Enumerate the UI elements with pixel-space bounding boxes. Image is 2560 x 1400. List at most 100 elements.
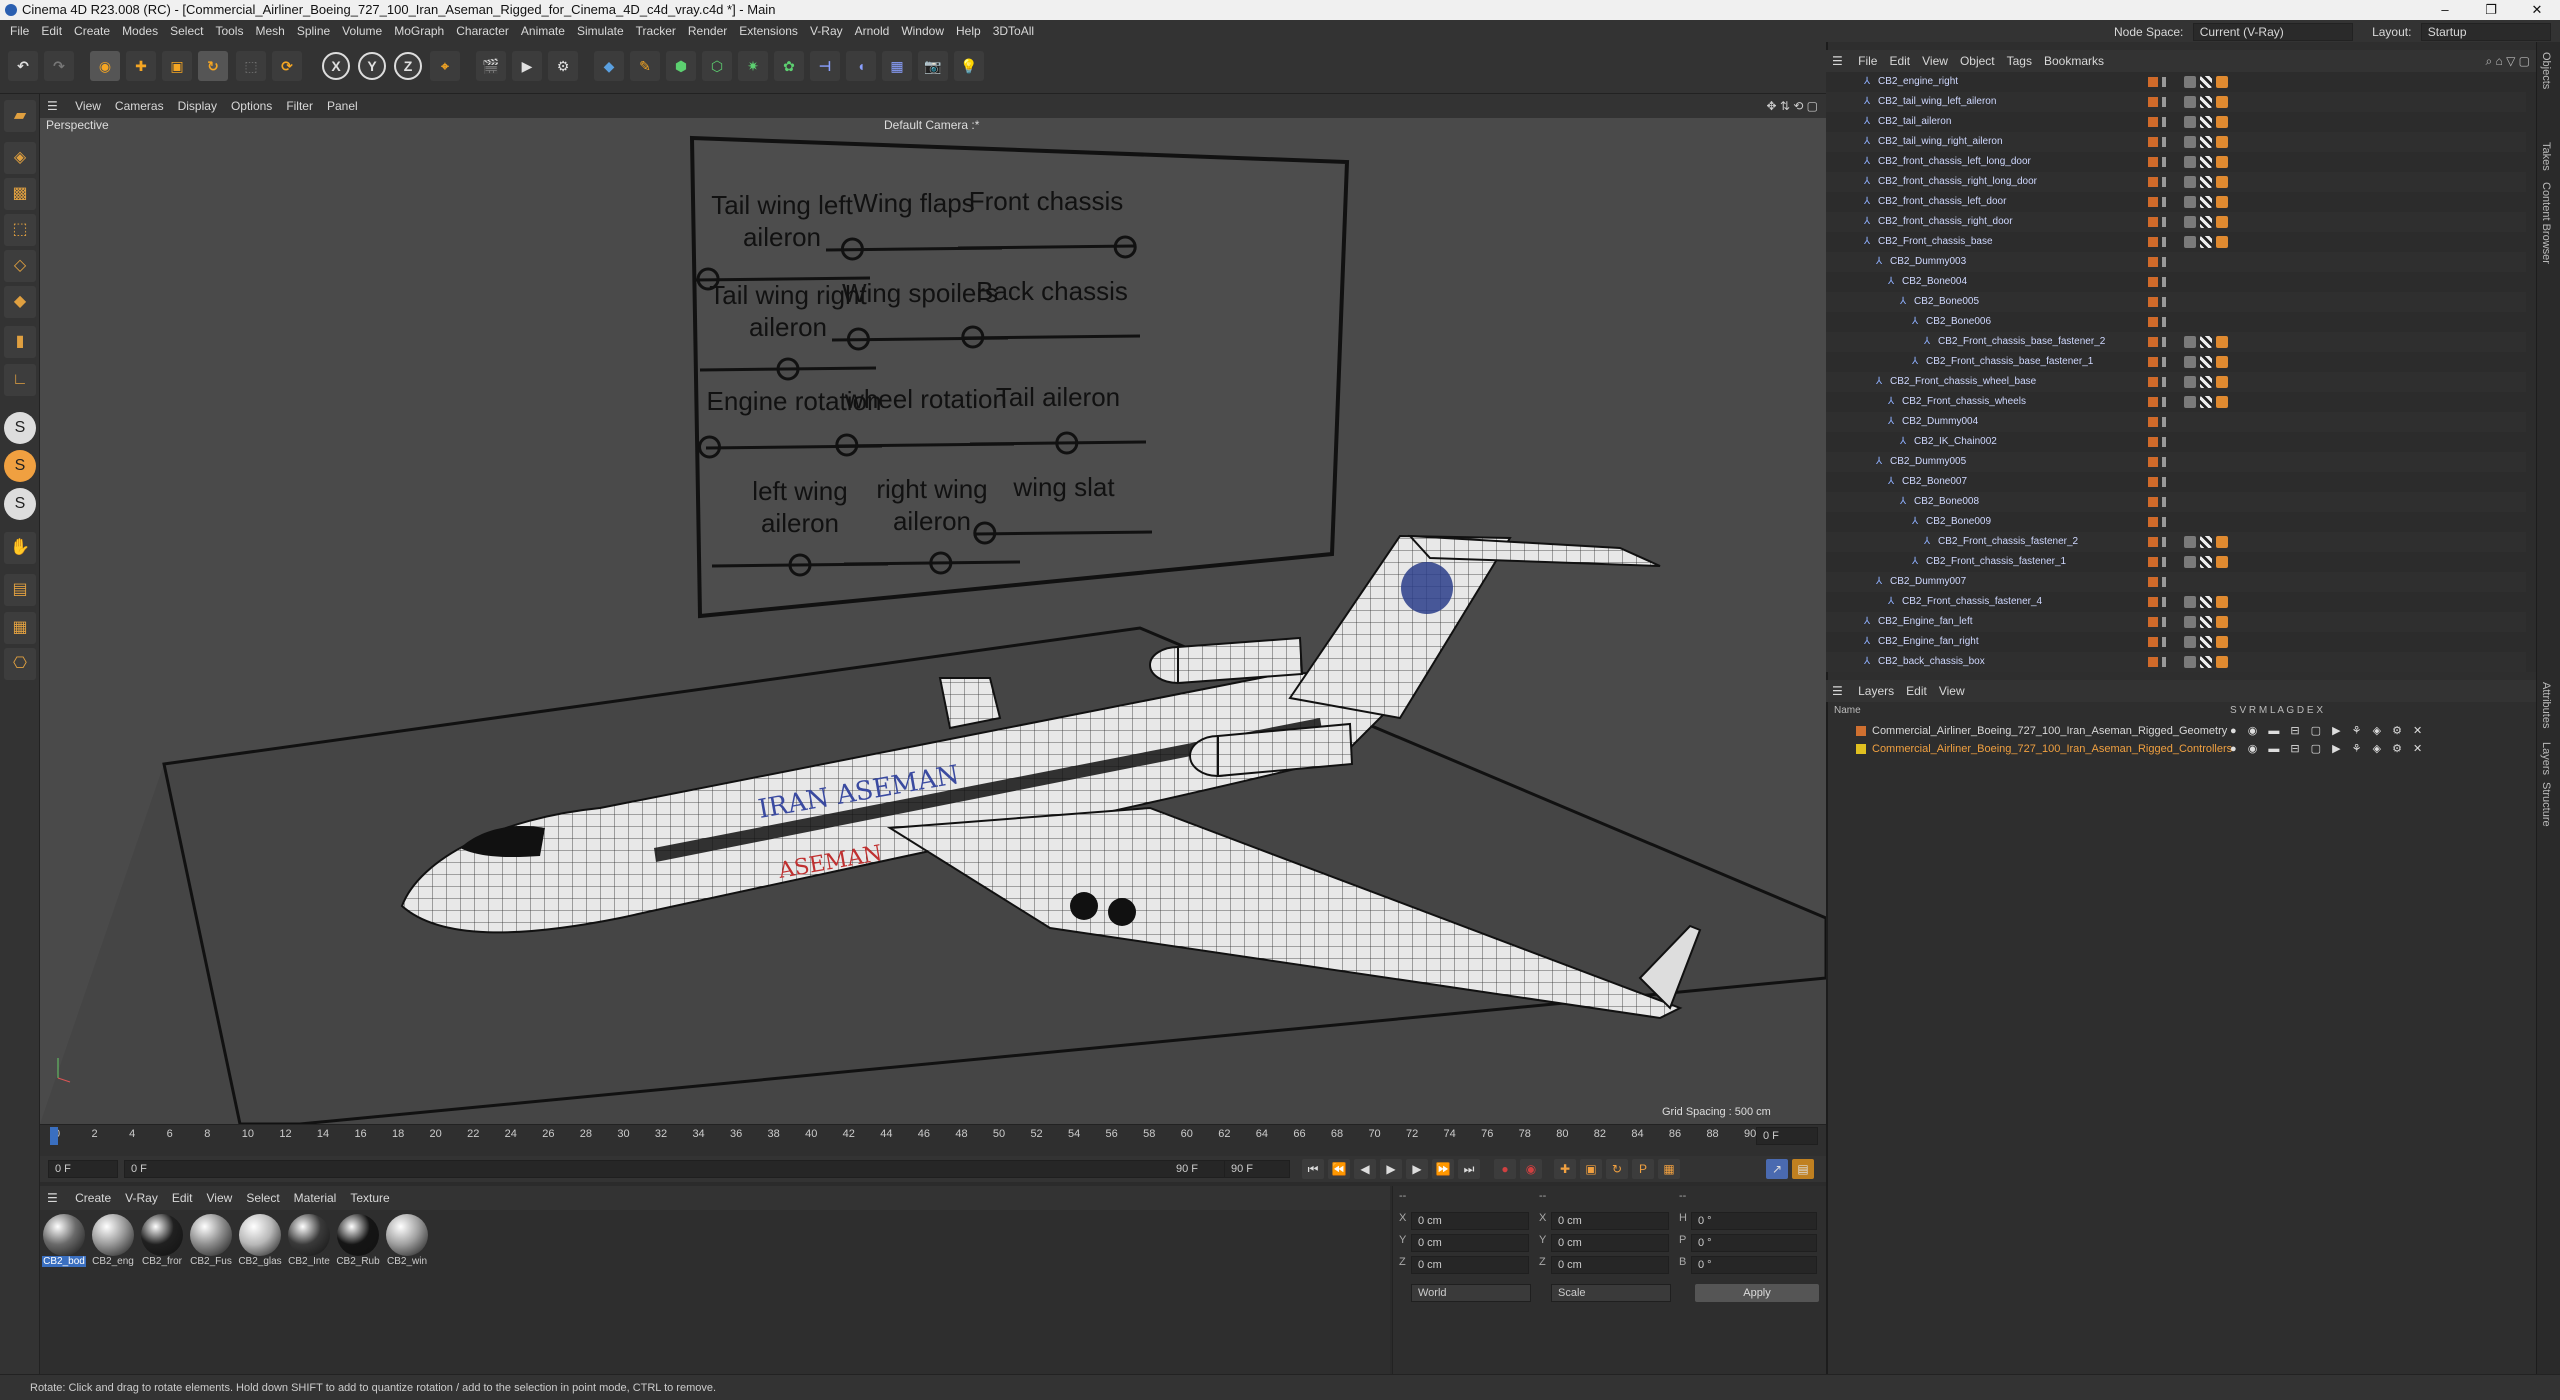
cube-primitive-icon[interactable]: ◆ xyxy=(594,51,624,81)
menu-spline[interactable]: Spline xyxy=(291,20,336,42)
layer-color-swatch[interactable] xyxy=(2148,237,2158,247)
size-x-field[interactable]: 0 cm xyxy=(1551,1212,1669,1230)
viewport-menu-options[interactable]: Options xyxy=(224,94,279,118)
material-menu-v-ray[interactable]: V-Ray xyxy=(118,1186,165,1210)
object-tag-icon[interactable] xyxy=(2216,596,2228,608)
layer-color-swatch[interactable] xyxy=(2148,137,2158,147)
visibility-dots[interactable] xyxy=(2162,197,2166,207)
menu-3dtoall[interactable]: 3DToAll xyxy=(987,20,1040,42)
object-tag-icon[interactable] xyxy=(2184,196,2196,208)
material-menu-view[interactable]: View xyxy=(200,1186,240,1210)
object-tag-icon[interactable] xyxy=(2216,76,2228,88)
material-menu-edit[interactable]: Edit xyxy=(165,1186,200,1210)
move-tool-icon[interactable]: ✚ xyxy=(126,51,156,81)
solo-icon[interactable]: ▤ xyxy=(4,574,36,606)
size-y-field[interactable]: 0 cm xyxy=(1551,1234,1669,1252)
object-tag-icon[interactable] xyxy=(2184,616,2196,628)
visibility-dots[interactable] xyxy=(2162,357,2166,367)
side-tab-content-browser[interactable]: Content Browser xyxy=(2540,182,2552,264)
visibility-dots[interactable] xyxy=(2162,617,2166,627)
visibility-dots[interactable] xyxy=(2162,657,2166,667)
deformer-icon[interactable]: ⊣ xyxy=(810,51,840,81)
layer-menu-view[interactable]: View xyxy=(1933,680,1971,702)
object-tag-icon[interactable] xyxy=(2200,116,2212,128)
object-tag-icon[interactable] xyxy=(2200,216,2212,228)
viewport-hamburger-icon[interactable]: ☰ xyxy=(40,94,65,118)
visibility-dots[interactable] xyxy=(2162,117,2166,127)
material-swatch[interactable]: CB2_Rub xyxy=(336,1214,380,1267)
render-view-icon[interactable]: ▶ xyxy=(512,51,542,81)
object-tag-icon[interactable] xyxy=(2200,236,2212,248)
layer-color-swatch[interactable] xyxy=(2148,117,2158,127)
light-icon[interactable]: 💡 xyxy=(954,51,984,81)
rotate-extra-icon[interactable]: ⟳ xyxy=(272,51,302,81)
coordinate-system-icon[interactable]: ⌖ xyxy=(430,51,460,81)
goto-end-icon[interactable]: ⏭ xyxy=(1458,1159,1480,1179)
prev-frame-icon[interactable]: ◀ xyxy=(1354,1159,1376,1179)
end-frame-field[interactable]: 90 F xyxy=(1224,1160,1290,1178)
snap-icon[interactable]: S xyxy=(4,412,36,444)
material-hamburger-icon[interactable]: ☰ xyxy=(40,1186,65,1210)
play-icon[interactable]: ▶ xyxy=(1380,1159,1402,1179)
object-tag-icon[interactable] xyxy=(2216,356,2228,368)
key-position-icon[interactable]: ✚ xyxy=(1554,1159,1576,1179)
object-menu-file[interactable]: File xyxy=(1852,50,1883,72)
texture-mode-icon[interactable]: ▩ xyxy=(4,178,36,210)
layer-color-swatch[interactable] xyxy=(2148,317,2158,327)
object-tag-icon[interactable] xyxy=(2200,396,2212,408)
axis-mode-icon[interactable]: ▮ xyxy=(4,326,36,358)
object-tag-icon[interactable] xyxy=(2216,376,2228,388)
visibility-dots[interactable] xyxy=(2162,277,2166,287)
visibility-dots[interactable] xyxy=(2162,97,2166,107)
menu-file[interactable]: File xyxy=(4,20,35,42)
key-rotation-icon[interactable]: ↻ xyxy=(1606,1159,1628,1179)
menu-character[interactable]: Character xyxy=(450,20,515,42)
goto-start-icon[interactable]: ⏮ xyxy=(1302,1159,1324,1179)
viewport-nav-icons[interactable]: ✥ ⇅ ⟲ ▢ xyxy=(1766,94,1818,118)
menu-mesh[interactable]: Mesh xyxy=(249,20,290,42)
object-row[interactable]: ⅄ CB2_Dummy005 xyxy=(1826,452,2526,472)
pen-spline-icon[interactable]: ✎ xyxy=(630,51,660,81)
layer-color-swatch[interactable] xyxy=(2148,477,2158,487)
object-row[interactable]: ⅄ CB2_Dummy003 xyxy=(1826,252,2526,272)
visibility-dots[interactable] xyxy=(2162,137,2166,147)
timeline-playhead[interactable] xyxy=(50,1127,58,1145)
apply-button[interactable]: Apply xyxy=(1695,1284,1819,1302)
key-pla-icon[interactable]: ▦ xyxy=(1658,1159,1680,1179)
object-row[interactable]: ⅄ CB2_Front_chassis_base xyxy=(1826,232,2526,252)
material-swatch[interactable]: CB2_bod xyxy=(42,1214,86,1267)
layer-color-swatch[interactable] xyxy=(2148,617,2158,627)
layer-color-swatch[interactable] xyxy=(2148,97,2158,107)
object-row[interactable]: ⅄ CB2_front_chassis_left_door xyxy=(1826,192,2526,212)
timeline-window-icon[interactable]: ▤ xyxy=(1792,1159,1814,1179)
object-tag-icon[interactable] xyxy=(2216,176,2228,188)
object-tag-icon[interactable] xyxy=(2216,556,2228,568)
lock-workplane-icon[interactable]: ⎔ xyxy=(4,648,36,680)
object-tag-icon[interactable] xyxy=(2184,136,2196,148)
layer-color-swatch[interactable] xyxy=(2148,77,2158,87)
menu-tools[interactable]: Tools xyxy=(209,20,249,42)
side-tab-takes[interactable]: Takes xyxy=(2540,142,2552,171)
layer-flag-icons[interactable]: ● ◉ ▬ ⊟ ▢ ▶ ⚘ ◈ ⚙ ✕ xyxy=(2230,722,2426,740)
object-tag-icon[interactable] xyxy=(2200,596,2212,608)
object-row[interactable]: ⅄ CB2_Engine_fan_right xyxy=(1826,632,2526,652)
menu-tracker[interactable]: Tracker xyxy=(630,20,682,42)
visibility-dots[interactable] xyxy=(2162,577,2166,587)
layer-color-swatch[interactable] xyxy=(2148,497,2158,507)
object-row[interactable]: ⅄ CB2_Front_chassis_wheel_base xyxy=(1826,372,2526,392)
size-z-field[interactable]: 0 cm xyxy=(1551,1256,1669,1274)
object-tag-icon[interactable] xyxy=(2200,336,2212,348)
object-tag-icon[interactable] xyxy=(2216,156,2228,168)
layer-menu-layers[interactable]: Layers xyxy=(1852,680,1900,702)
layer-color-swatch[interactable] xyxy=(2148,177,2158,187)
x-axis-lock-icon[interactable]: X xyxy=(322,52,350,80)
object-row[interactable]: ⅄ CB2_Front_chassis_fastener_2 xyxy=(1826,532,2526,552)
layer-row[interactable]: Commercial_Airliner_Boeing_727_100_Iran_… xyxy=(1826,722,2536,740)
viewport-menu-view[interactable]: View xyxy=(68,94,108,118)
layer-color-swatch[interactable] xyxy=(2148,517,2158,527)
object-row[interactable]: ⅄ CB2_front_chassis_left_long_door xyxy=(1826,152,2526,172)
object-row[interactable]: ⅄ CB2_Bone005 xyxy=(1826,292,2526,312)
generator-icon[interactable]: ⬡ xyxy=(702,51,732,81)
z-axis-lock-icon[interactable]: Z xyxy=(394,52,422,80)
object-tag-icon[interactable] xyxy=(2200,76,2212,88)
